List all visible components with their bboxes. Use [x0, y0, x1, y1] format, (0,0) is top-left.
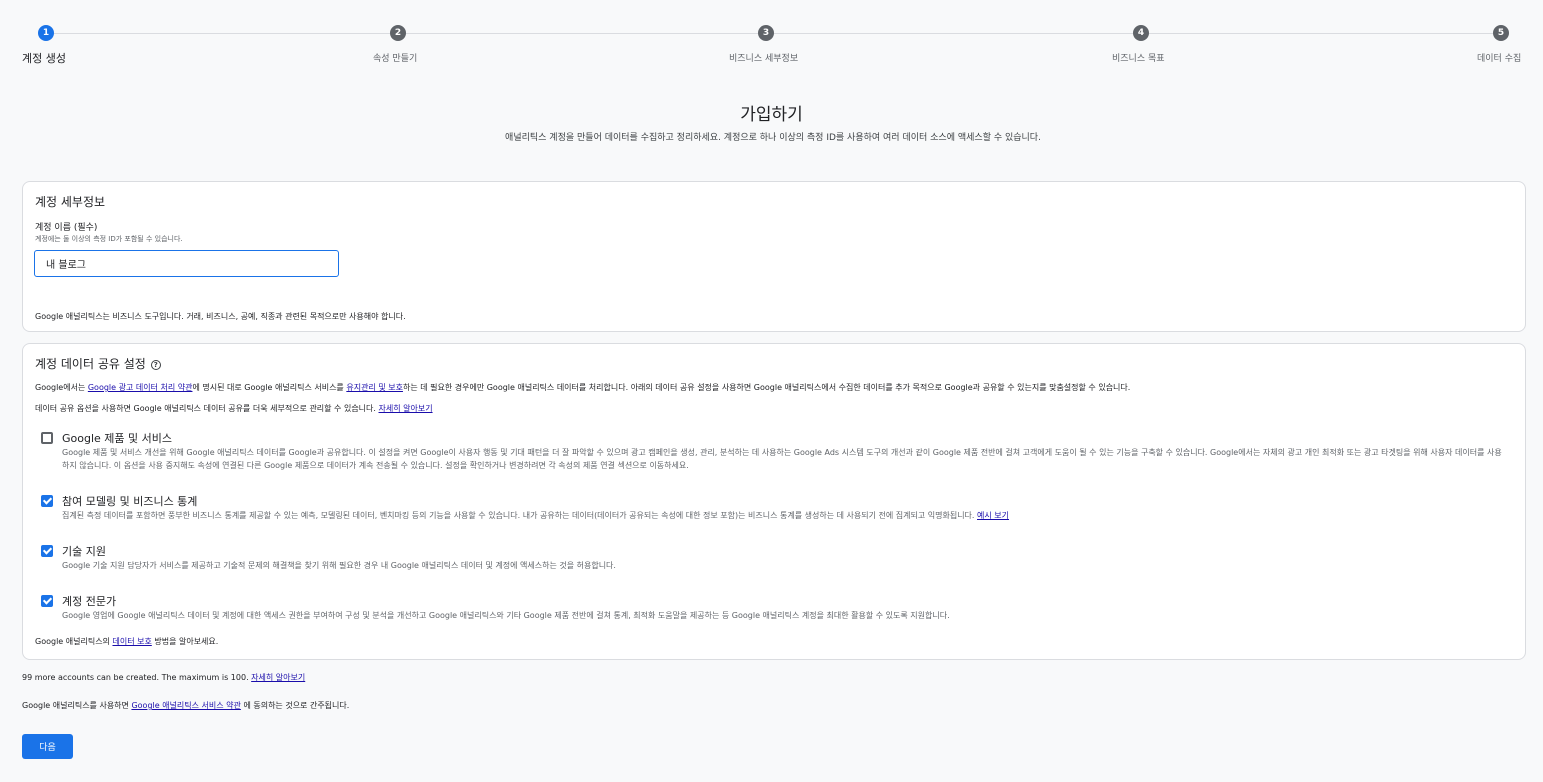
step-5-number: 5 [1493, 25, 1509, 41]
step-3-number: 3 [758, 25, 774, 41]
data-sharing-title: 계정 데이터 공유 설정? [35, 355, 161, 372]
step-3-label: 비즈니스 세부정보 [729, 54, 799, 64]
option-description: Google 제품 및 서비스 개선을 위해 Google 애널리틱스 데이터를… [62, 448, 1502, 470]
maintain-protect-link[interactable]: 유지관리 및 보호 [346, 383, 403, 392]
business-tool-note: Google 애널리틱스는 비즈니스 도구입니다. 거래, 비즈니스, 공예, … [35, 312, 406, 321]
terms-text: Google 애널리틱스를 사용하면 [22, 701, 132, 710]
ads-data-processing-terms-link[interactable]: Google 광고 데이터 처리 약관 [88, 383, 193, 392]
benchmarking-checkbox[interactable] [41, 495, 53, 507]
step-connector [406, 33, 758, 34]
next-button[interactable]: 다음 [22, 734, 73, 759]
data-protection-text: Google 애널리틱스의 [35, 637, 113, 646]
step-connector [774, 33, 1133, 34]
help-circle-icon[interactable]: ? [150, 360, 161, 370]
account-limit-note: 99 more accounts can be created. The max… [22, 672, 305, 683]
sharing-manage: 데이터 공유 옵션을 사용하면 Google 애널리틱스 데이터 공유를 더욱 … [35, 403, 433, 414]
step-1-label: 계정 생성 [22, 52, 66, 65]
data-protection-text: 방법을 알아보세요. [151, 637, 219, 646]
option-description: 집계된 측정 데이터를 포함하면 풍부한 비즈니스 통계를 제공할 수 있는 예… [62, 509, 1502, 522]
sharing-manage-text: 데이터 공유 옵션을 사용하면 Google 애널리틱스 데이터 공유를 더욱 … [35, 404, 379, 413]
sharing-intro: Google에서는 Google 광고 데이터 처리 약관에 명시된 대로 Go… [35, 382, 1130, 393]
account-limit-text: 99 more accounts can be created. The max… [22, 673, 252, 682]
stepper: 1 2 3 4 5 계정 생성 속성 만들기 비즈니스 세부정보 비즈니스 목표… [0, 0, 1543, 80]
step-4-number: 4 [1133, 25, 1149, 41]
option-description-text: 집계된 측정 데이터를 포함하면 풍부한 비즈니스 통계를 제공할 수 있는 예… [62, 511, 978, 520]
account-name-label: 계정 이름 (필수) [35, 223, 98, 233]
page-title: 가입하기 [740, 105, 803, 125]
option-title: 계정 전문가 [62, 595, 117, 608]
sharing-intro-text: 하는 데 필요한 경우에만 Google 애널리틱스 데이터를 처리합니다. 아… [402, 383, 1131, 392]
page-description: 애널리틱스 계정을 만들어 데이터를 수집하고 정리하세요. 계정으로 하나 이… [505, 133, 1041, 143]
technical-support-checkbox[interactable] [41, 545, 53, 557]
account-specialists-checkbox[interactable] [41, 595, 53, 607]
option-description: Google 영업에 Google 애널리틱스 데이터 및 계정에 대한 액세스… [62, 611, 950, 620]
step-2-label: 속성 만들기 [373, 54, 418, 64]
account-limit-learn-more-link[interactable]: 자세히 알아보기 [251, 673, 305, 682]
option-description: Google 기술 지원 담당자가 서비스를 제공하고 기술적 문제의 해결책을… [62, 561, 616, 570]
learn-more-link[interactable]: 자세히 알아보기 [379, 404, 433, 413]
sharing-intro-text: 에 명시된 대로 Google 애널리틱스 서비스를 [192, 383, 347, 392]
step-connector [1149, 33, 1493, 34]
data-sharing-card: 계정 데이터 공유 설정? Google에서는 Google 광고 데이터 처리… [22, 343, 1526, 660]
option-title: 기술 지원 [62, 545, 106, 558]
terms-note: Google 애널리틱스를 사용하면 Google 애널리틱스 서비스 약관 에… [22, 700, 349, 711]
account-details-title: 계정 세부정보 [35, 195, 106, 209]
google-products-checkbox[interactable] [41, 432, 53, 444]
account-name-help: 계정에는 둘 이상의 측정 ID가 포함될 수 있습니다. [35, 235, 183, 243]
data-protection-note: Google 애널리틱스의 데이터 보호 방법을 알아보세요. [35, 636, 218, 647]
terms-text: 에 동의하는 것으로 간주됩니다. [240, 701, 350, 710]
step-2-number: 2 [390, 25, 406, 41]
step-4-label: 비즈니스 목표 [1112, 54, 1165, 64]
data-sharing-title-text: 계정 데이터 공유 설정 [35, 357, 146, 371]
sharing-intro-text: Google에서는 [35, 383, 88, 392]
step-5-label: 데이터 수집 [1477, 54, 1522, 64]
account-name-input[interactable] [34, 250, 339, 277]
step-connector [54, 33, 390, 34]
option-title: 참여 모델링 및 비즈니스 통계 [62, 495, 198, 508]
data-protection-link[interactable]: 데이터 보호 [112, 637, 151, 646]
step-1-number: 1 [38, 25, 54, 41]
terms-of-service-link[interactable]: Google 애널리틱스 서비스 약관 [131, 701, 240, 710]
see-example-link[interactable]: 예시 보기 [977, 511, 1009, 520]
option-title: Google 제품 및 서비스 [62, 432, 172, 445]
account-details-card: 계정 세부정보 계정 이름 (필수) 계정에는 둘 이상의 측정 ID가 포함될… [22, 181, 1526, 332]
